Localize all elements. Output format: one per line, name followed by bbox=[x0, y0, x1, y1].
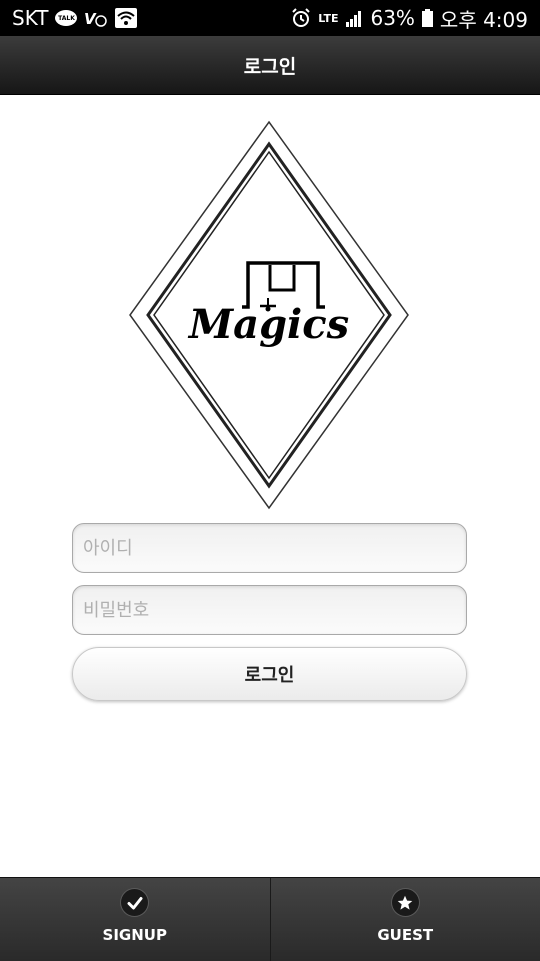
login-button[interactable]: 로그인 bbox=[72, 647, 467, 701]
logo: Magics bbox=[128, 120, 410, 510]
carrier-name: SKT bbox=[12, 6, 48, 30]
kakaotalk-icon: TALK bbox=[55, 10, 77, 26]
battery-percent: 63% bbox=[370, 6, 414, 30]
signup-label: SIGNUP bbox=[103, 926, 167, 944]
id-input[interactable] bbox=[72, 523, 467, 573]
status-bar-right: LTE 63% 오후 4:09 bbox=[291, 4, 528, 33]
wifi-icon bbox=[115, 8, 137, 28]
page-title: 로그인 bbox=[244, 52, 296, 79]
guest-button[interactable]: GUEST bbox=[270, 878, 540, 961]
bottom-nav: SIGNUP GUEST bbox=[0, 877, 540, 961]
signal-icon bbox=[345, 9, 363, 27]
logo-wordmark: Magics bbox=[187, 301, 349, 348]
svg-text:V: V bbox=[84, 10, 97, 28]
signup-button[interactable]: SIGNUP bbox=[0, 878, 270, 961]
battery-icon bbox=[422, 9, 433, 27]
network-type: LTE bbox=[318, 13, 338, 24]
login-button-label: 로그인 bbox=[245, 661, 295, 687]
status-bar: SKT TALK V LTE bbox=[0, 0, 540, 36]
volte-icon: V bbox=[84, 8, 108, 28]
header-bar: 로그인 bbox=[0, 36, 540, 95]
guest-label: GUEST bbox=[377, 926, 433, 944]
password-input[interactable] bbox=[72, 585, 467, 635]
star-icon bbox=[392, 889, 419, 916]
clock: 오후 4:09 bbox=[440, 4, 528, 33]
alarm-icon bbox=[291, 8, 311, 28]
status-bar-left: SKT TALK V bbox=[12, 6, 137, 30]
check-icon bbox=[121, 889, 148, 916]
